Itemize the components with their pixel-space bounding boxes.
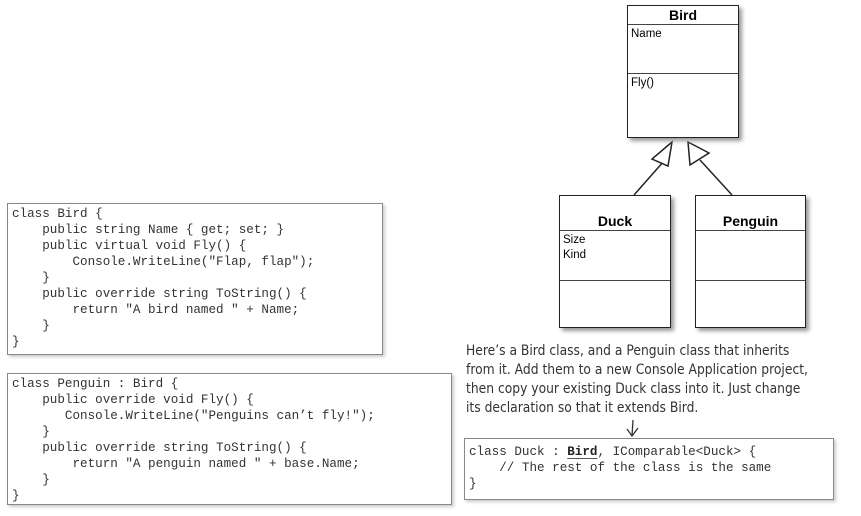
highlight-bird: Bird	[567, 445, 598, 459]
code-line: class Bird {	[12, 207, 103, 221]
bird-code-block: class Bird { public string Name { get; s…	[7, 203, 383, 355]
penguin-code-block: class Penguin : Bird { public override v…	[7, 373, 452, 505]
code-line: public override string ToString() {	[12, 287, 307, 301]
code-line: // The rest of the class is the same	[469, 461, 772, 475]
code-line: public override void Fly() {	[12, 393, 254, 407]
note-line: from it. Add them to a new Console Appli…	[466, 362, 808, 378]
code-line: return "A bird named " + Name;	[12, 303, 300, 317]
code-line: }	[12, 335, 20, 349]
note-line: then copy your existing Duck class into …	[466, 381, 801, 397]
uml-class-name: Bird	[628, 6, 738, 25]
note-arrow	[626, 419, 639, 438]
code-text: , IComparable<Duck> {	[597, 445, 757, 459]
uml-class-name: Duck	[560, 196, 670, 231]
code-line: }	[469, 477, 477, 491]
uml-methods	[560, 281, 670, 285]
penguin-inheritance-arrowhead	[687, 140, 711, 167]
code-text: class Duck :	[469, 445, 568, 459]
uml-bird-class: Bird Name Fly()	[627, 5, 739, 138]
code-line: }	[12, 489, 20, 503]
code-line: }	[12, 271, 50, 285]
uml-attributes: Name	[628, 25, 738, 74]
attribute-kind: Kind	[563, 249, 587, 261]
code-line: public override string ToString() {	[12, 441, 307, 455]
code-line: class Duck : Bird, IComparable<Duck> {	[469, 444, 829, 460]
uml-attributes: Size Kind	[560, 231, 670, 281]
handwritten-note: Here’s a Bird class, and a Penguin class…	[466, 342, 808, 418]
uml-methods: Fly()	[628, 74, 738, 93]
note-line: Here’s a Bird class, and a Penguin class…	[466, 343, 790, 359]
code-line: public virtual void Fly() {	[12, 239, 247, 253]
code-line: Console.WriteLine("Penguins can’t fly!")…	[12, 409, 375, 423]
code-line: }	[12, 319, 50, 333]
uml-class-name: Penguin	[696, 196, 805, 231]
attribute-name: Name	[631, 28, 662, 40]
attribute-size: Size	[563, 234, 586, 246]
code-line: }	[12, 473, 50, 487]
uml-attributes	[696, 231, 805, 281]
code-line: Console.WriteLine("Flap, flap");	[12, 255, 315, 269]
duck-code-block: class Duck : Bird, IComparable<Duck> { /…	[464, 438, 834, 500]
method-fly: Fly()	[631, 77, 654, 89]
code-line: return "A penguin named " + base.Name;	[12, 457, 360, 471]
code-line: public string Name { get; set; }	[12, 223, 285, 237]
uml-duck-class: Duck Size Kind	[559, 195, 671, 328]
code-line: }	[12, 425, 50, 439]
uml-methods	[696, 281, 805, 285]
duck-inheritance-line	[633, 160, 665, 196]
code-line: class Penguin : Bird {	[12, 377, 179, 391]
note-line: its declaration so that it extends Bird.	[466, 400, 699, 416]
duck-inheritance-arrowhead	[650, 140, 674, 168]
penguin-inheritance-line	[699, 159, 733, 196]
uml-penguin-class: Penguin	[695, 195, 806, 328]
